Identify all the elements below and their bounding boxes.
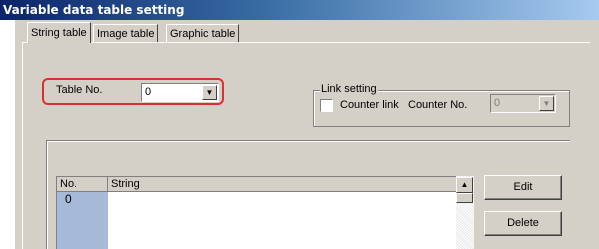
column-header-string[interactable]: String: [108, 177, 459, 192]
tab-string-table[interactable]: String table: [27, 22, 91, 43]
delete-button[interactable]: Delete: [484, 211, 562, 236]
chevron-down-icon[interactable]: ▼: [539, 96, 554, 111]
string-list[interactable]: No. String 0: [56, 176, 474, 249]
counter-link-checkbox[interactable]: [320, 99, 333, 112]
counter-no-label: Counter No.: [408, 99, 468, 111]
window-title: Variable data table setting: [3, 3, 185, 17]
table-no-highlight: [42, 78, 224, 105]
counter-link-label: Counter link: [340, 99, 399, 111]
table-row-no-cell[interactable]: 0: [57, 192, 108, 249]
link-setting-title: Link setting: [320, 83, 378, 95]
column-header-no[interactable]: No.: [57, 177, 108, 192]
scroll-thumb[interactable]: [456, 193, 473, 203]
edit-button[interactable]: Edit: [484, 175, 562, 200]
tab-image-table[interactable]: Image table: [93, 24, 159, 42]
counter-no-dropdown[interactable]: 0 ▼: [490, 94, 556, 113]
counter-no-value: 0: [494, 97, 501, 109]
scroll-up-icon[interactable]: ▲: [456, 177, 473, 193]
title-bar: Variable data table setting: [0, 0, 599, 20]
tab-graphic-table[interactable]: Graphic table: [166, 24, 240, 42]
